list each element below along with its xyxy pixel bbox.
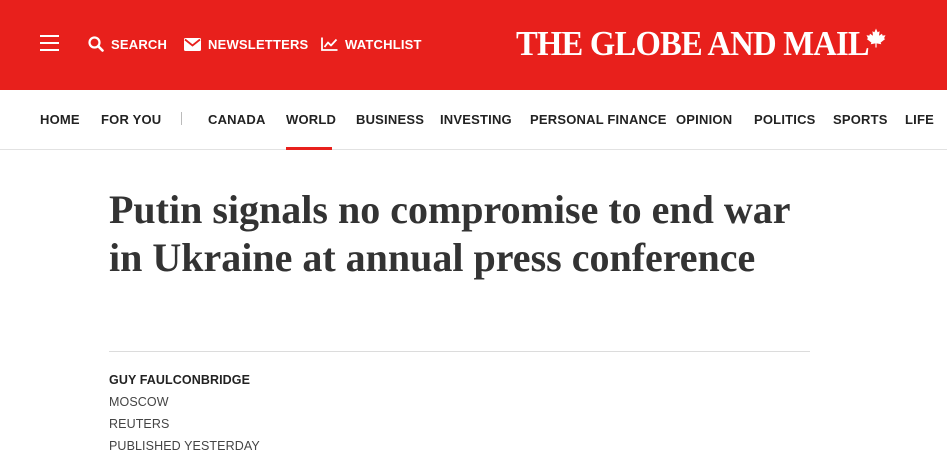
active-section-indicator [286, 147, 332, 150]
newsletters-button[interactable]: NEWSLETTERS [184, 34, 308, 54]
article-source: REUTERS [109, 417, 170, 431]
search-icon [88, 36, 104, 52]
nav-for-you[interactable]: FOR YOU [101, 112, 161, 127]
nav-world[interactable]: WORLD [286, 112, 336, 127]
nav-personal-finance[interactable]: PERSONAL FINANCE [530, 112, 667, 127]
maple-leaf-icon [866, 28, 886, 53]
dateline-location: MOSCOW [109, 395, 169, 409]
watchlist-button[interactable]: WATCHLIST [321, 34, 422, 54]
site-logo[interactable]: THE GLOBE AND MAIL [516, 24, 870, 64]
menu-icon[interactable] [40, 35, 59, 53]
nav-home[interactable]: HOME [40, 112, 80, 127]
chart-line-icon [321, 37, 338, 51]
published-date: PUBLISHED YESTERDAY [109, 439, 260, 453]
section-nav: HOME FOR YOU CANADA WORLD BUSINESS INVES… [0, 90, 947, 150]
newsletters-label: NEWSLETTERS [208, 36, 309, 52]
watchlist-label: WATCHLIST [345, 36, 422, 52]
nav-business[interactable]: BUSINESS [356, 112, 424, 127]
nav-canada[interactable]: CANADA [208, 112, 266, 127]
author-link[interactable]: GUY FAULCONBRIDGE [109, 373, 250, 387]
nav-opinion[interactable]: OPINION [676, 112, 732, 127]
envelope-icon [184, 37, 201, 51]
nav-politics[interactable]: POLITICS [754, 112, 816, 127]
article-headline: Putin signals no compromise to end war i… [109, 187, 790, 280]
nav-divider [181, 112, 182, 125]
nav-life[interactable]: LIFE [905, 112, 934, 127]
search-label: SEARCH [111, 36, 168, 52]
top-header-bar: SEARCH NEWSLETTERS WATCHLIST THE GLOBE A… [0, 0, 947, 90]
nav-sports[interactable]: SPORTS [833, 112, 888, 127]
divider [109, 351, 810, 352]
nav-investing[interactable]: INVESTING [440, 112, 512, 127]
search-button[interactable]: SEARCH [88, 34, 167, 54]
